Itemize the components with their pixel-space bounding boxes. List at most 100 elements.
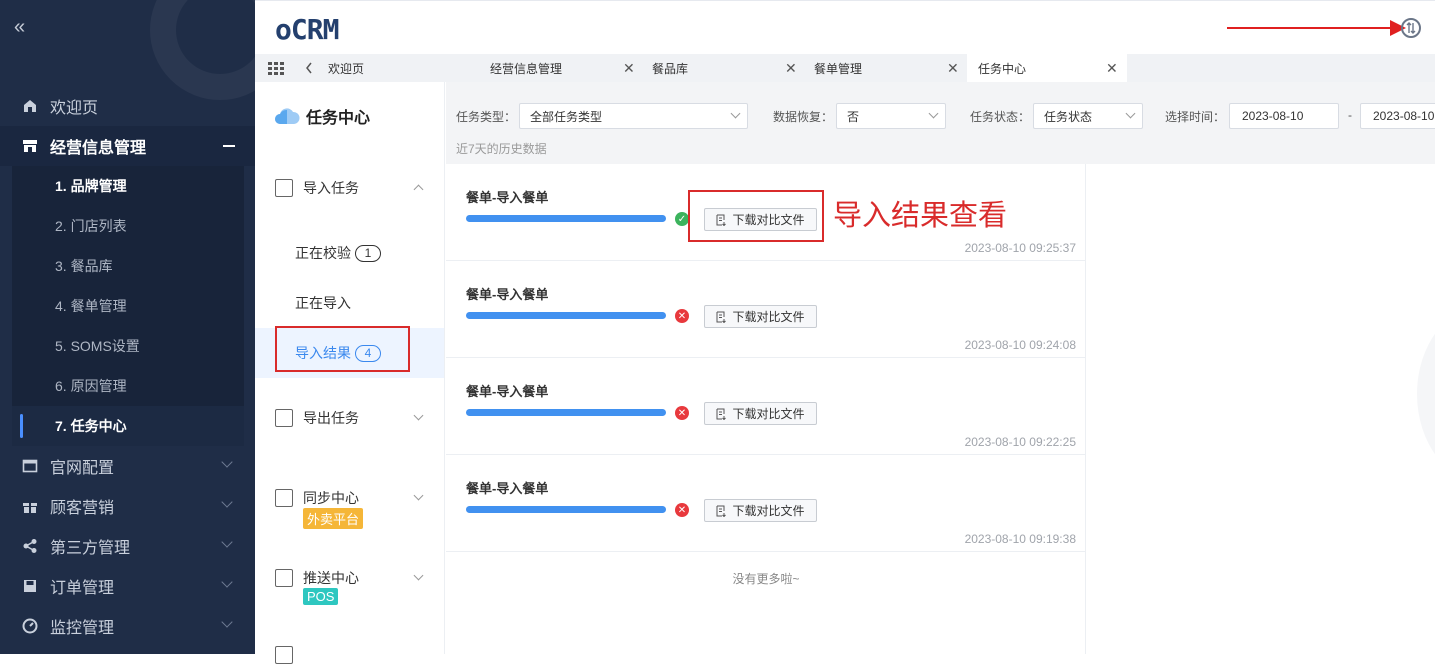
tab-menu-management[interactable]: 餐单管理 ✕ (805, 54, 965, 82)
sidebar-item-third-party[interactable]: 第三方管理 (0, 526, 255, 566)
sync-center-group[interactable]: 同步中心 (275, 488, 359, 508)
error-icon: ✕ (675, 406, 689, 420)
download-compare-button[interactable]: 下载对比文件 (704, 305, 817, 328)
date-value: 2023-08-10 (1373, 109, 1435, 123)
download-compare-button[interactable]: 下载对比文件 (704, 499, 817, 522)
success-icon: ✓ (675, 212, 689, 226)
export-task-group[interactable]: 导出任务 (275, 408, 359, 428)
gauge-icon (21, 618, 39, 634)
sidebar-item-label: 官网配置 (50, 460, 115, 477)
submenu-item-brand[interactable]: 1. 品牌管理 (12, 166, 244, 206)
date-separator: - (1348, 108, 1352, 122)
save-icon (21, 578, 39, 594)
chevron-left-icon[interactable] (305, 62, 313, 74)
button-label: 下载对比文件 (732, 407, 805, 421)
task-timestamp: 2023-08-10 09:24:08 (964, 338, 1076, 352)
close-icon[interactable]: ✕ (947, 60, 959, 77)
close-icon[interactable]: ✕ (623, 60, 635, 77)
button-label: 下载对比文件 (732, 310, 805, 324)
data-restore-label: 数据恢复： (773, 110, 834, 124)
task-card: 餐单-导入餐单 ✕ 下载对比文件 2023-08-10 09:19:38 (446, 455, 1086, 552)
task-type-select[interactable]: 全部任务类型 (519, 103, 748, 129)
sidebar-item-customer-marketing[interactable]: 顾客营销 (0, 486, 255, 526)
grid-icon[interactable] (267, 61, 285, 75)
platform-tag: 外卖平台 (303, 508, 364, 529)
annotation-text: 导入结果查看 (833, 200, 1008, 232)
date-to-input[interactable]: 2023-08-10 (1360, 103, 1435, 129)
submenu-item-menu-management[interactable]: 4. 餐单管理 (12, 286, 244, 326)
chevron-down-icon (221, 576, 233, 588)
collapse-menu-icon[interactable] (223, 145, 235, 147)
annotation-box-import-results (275, 326, 410, 372)
download-compare-button[interactable]: 下载对比文件 (704, 402, 817, 425)
nav-importing[interactable]: 正在导入 (255, 278, 444, 328)
task-card: 餐单-导入餐单 ✕ 下载对比文件 2023-08-10 09:22:25 (446, 358, 1086, 455)
sidebar-item-welcome[interactable]: 欢迎页 (0, 86, 255, 126)
chevron-down-icon[interactable] (413, 490, 424, 501)
tab-task-center[interactable]: 任务中心 ✕ (967, 54, 1127, 82)
more-task-group[interactable] (275, 646, 303, 664)
no-more-text: 没有更多啦~ (732, 572, 800, 586)
gift-icon (21, 498, 39, 514)
pos-tag: POS (303, 588, 339, 605)
tab-bar: 欢迎页 经营信息管理 ✕ 餐品库 ✕ 餐单管理 ✕ 任务中心 ✕ (255, 54, 1435, 82)
tab-label: 任务中心 (978, 61, 1027, 76)
tab-label: 餐品库 (652, 61, 689, 76)
sidebar-item-business-info[interactable]: 经营信息管理 (0, 126, 255, 166)
task-timestamp: 2023-08-10 09:19:38 (964, 532, 1076, 546)
sidebar-item-label: 订单管理 (50, 580, 115, 597)
tab-welcome[interactable]: 欢迎页 (319, 54, 479, 82)
chevron-down-icon (221, 456, 233, 468)
collapse-sidebar-icon[interactable]: « (14, 16, 25, 39)
task-title: 餐单-导入餐单 (466, 384, 549, 399)
count-badge: 1 (355, 244, 381, 262)
push-center-group[interactable]: 推送中心 (275, 568, 359, 588)
top-header: oCRM (255, 0, 1435, 54)
close-icon[interactable]: ✕ (1106, 60, 1118, 77)
task-status-select[interactable]: 任务状态 (1033, 103, 1143, 129)
sidebar: « 欢迎页 经营信息管理 1. 品牌管理 2. 门店列表 3. 餐品库 4. 餐… (0, 0, 255, 654)
file-icon (716, 311, 727, 323)
data-restore-select[interactable]: 否 (836, 103, 946, 129)
submenu-item-stores[interactable]: 2. 门店列表 (12, 206, 244, 246)
task-icon (275, 646, 293, 664)
submenu-item-reasons[interactable]: 6. 原因管理 (12, 366, 244, 406)
nav-validating[interactable]: 正在校验 1 (255, 228, 444, 278)
group-label: 同步中心 (303, 490, 359, 506)
tab-scroll-left[interactable] (305, 54, 313, 82)
tab-grid-menu[interactable] (267, 54, 285, 82)
import-task-group[interactable]: 导入任务 (275, 178, 359, 198)
import-icon (275, 179, 293, 197)
close-icon[interactable]: ✕ (785, 60, 797, 77)
task-center-title-text: 任务中心 (306, 110, 371, 127)
filter-bar: 任务类型： 全部任务类型 数据恢复： 否 任务状态： 任务状态 选择时间： 20… (446, 82, 1435, 164)
sync-icon (275, 489, 293, 507)
settings-toggle-icon[interactable] (1401, 18, 1421, 38)
sidebar-item-website-config[interactable]: 官网配置 (0, 446, 255, 486)
date-value: 2023-08-10 (1242, 109, 1304, 123)
tab-product-library[interactable]: 餐品库 ✕ (643, 54, 803, 82)
submenu-item-product-library[interactable]: 3. 餐品库 (12, 246, 244, 286)
background-decoration (1417, 304, 1435, 484)
submenu-item-soms-settings[interactable]: 5. SOMS设置 (12, 326, 244, 366)
chevron-down-icon[interactable] (413, 570, 424, 581)
select-value: 否 (847, 109, 860, 124)
task-title: 餐单-导入餐单 (466, 190, 549, 205)
submenu-item-task-center[interactable]: 7. 任务中心 (12, 406, 244, 446)
push-icon (275, 569, 293, 587)
date-from-input[interactable]: 2023-08-10 (1229, 103, 1339, 129)
group-label: 导出任务 (303, 410, 359, 426)
file-icon (716, 408, 727, 420)
tab-label: 餐单管理 (814, 61, 863, 76)
sidebar-item-orders[interactable]: 订单管理 (0, 566, 255, 606)
tab-label: 经营信息管理 (490, 61, 563, 76)
task-timestamp: 2023-08-10 09:22:25 (964, 435, 1076, 449)
tab-business-info[interactable]: 经营信息管理 ✕ (481, 54, 641, 82)
sidebar-item-label: 经营信息管理 (50, 140, 147, 157)
chevron-up-icon[interactable] (413, 184, 424, 195)
sidebar-item-monitoring[interactable]: 监控管理 (0, 606, 255, 646)
chevron-down-icon (221, 496, 233, 508)
chevron-down-icon[interactable] (413, 410, 424, 421)
annotation-arrow (1227, 27, 1392, 29)
tab-label: 欢迎页 (328, 61, 365, 76)
